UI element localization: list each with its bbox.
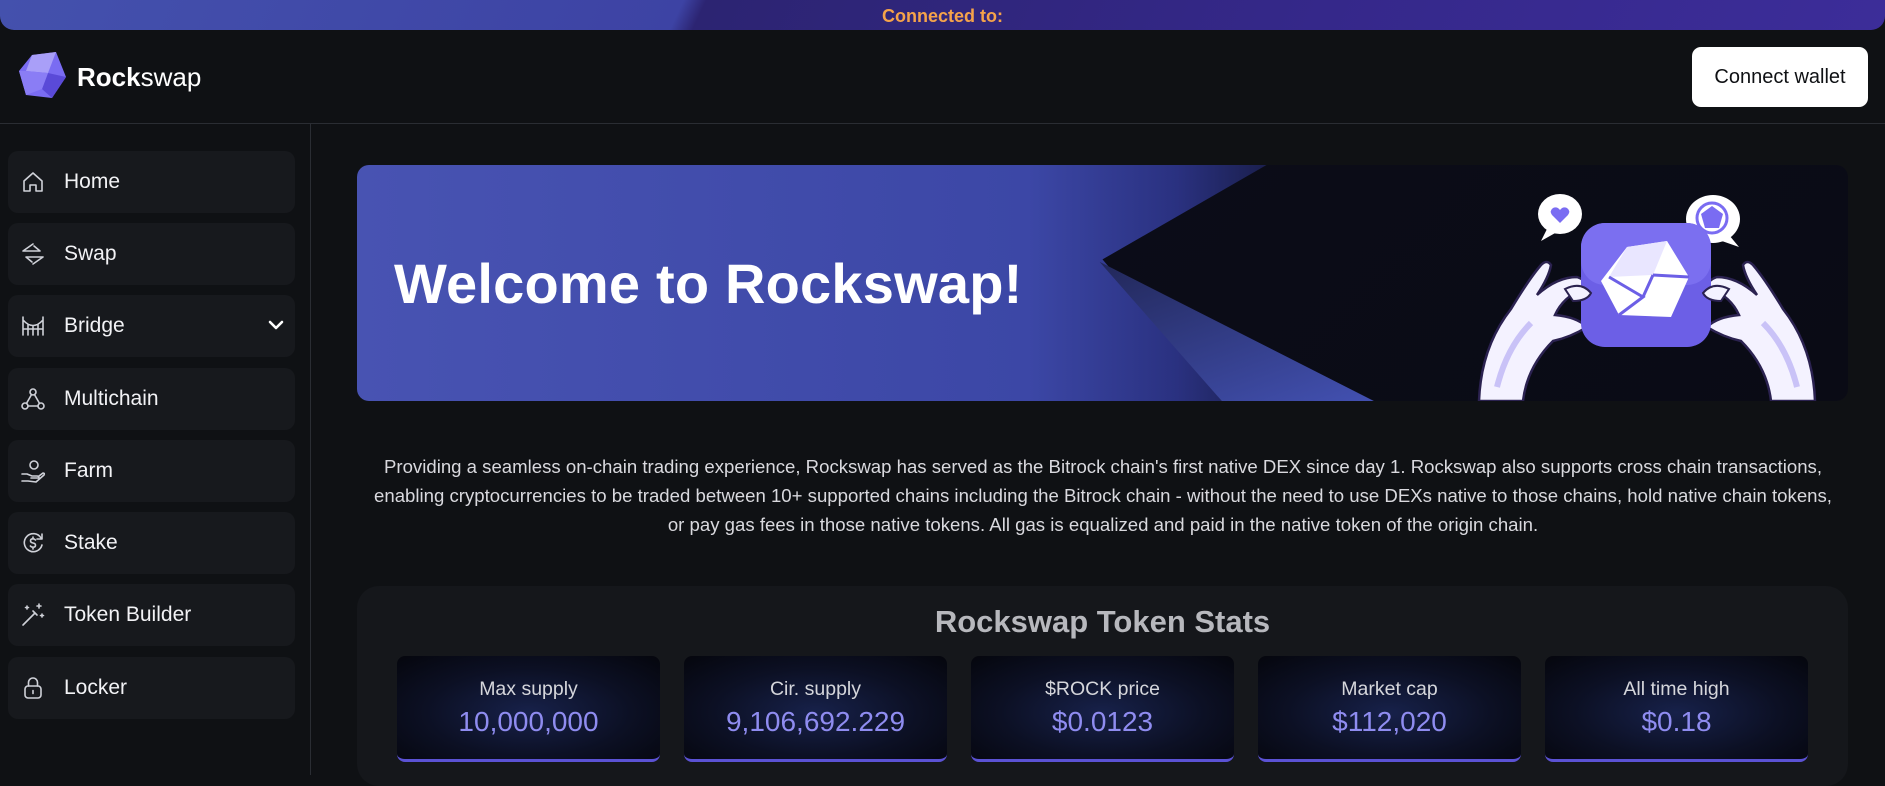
stat-value: $112,020 xyxy=(1332,706,1447,737)
stat-label: Cir. supply xyxy=(769,678,862,700)
stat-value: 10,000,000 xyxy=(458,706,599,737)
dollar-cycle-icon xyxy=(20,530,46,556)
hands-holding-logo-illustration xyxy=(1467,177,1827,401)
app-header: Rockswap Connect wallet xyxy=(0,30,1885,124)
sidebar-item-swap[interactable]: Swap xyxy=(8,223,295,285)
stat-label: Market cap xyxy=(1341,678,1438,700)
welcome-banner: Welcome to Rockswap! xyxy=(357,165,1848,401)
lock-icon xyxy=(20,675,46,701)
chevron-down-icon[interactable] xyxy=(265,314,287,336)
sidebar-item-locker[interactable]: Locker xyxy=(8,657,295,719)
stat-card-all-time-high: All time high $0.18 xyxy=(1545,656,1808,762)
stat-value: $0.0123 xyxy=(1051,706,1154,737)
connected-to-label: Connected to: xyxy=(882,6,1003,26)
sidebar-item-label: Swap xyxy=(64,242,117,265)
stat-value: 9,106,692.229 xyxy=(725,706,906,737)
sidebar-item-label: Stake xyxy=(64,531,118,554)
brand-name-rest: swap xyxy=(140,62,202,92)
swap-arrows-icon xyxy=(20,241,46,267)
sidebar-item-label: Multichain xyxy=(64,387,159,410)
stat-card-circulating-supply: Cir. supply 9,106,692.229 xyxy=(684,656,947,762)
heart-bubble-icon xyxy=(1538,194,1582,241)
sidebar-item-label: Home xyxy=(64,170,121,193)
sidebar-item-stake[interactable]: Stake xyxy=(8,512,295,574)
sidebar-item-home[interactable]: Home xyxy=(8,151,295,213)
sidebar-item-label: Token Builder xyxy=(64,603,192,626)
magic-wand-icon xyxy=(20,602,46,628)
stat-label: Max supply xyxy=(479,678,578,700)
connect-wallet-button[interactable]: Connect wallet xyxy=(1692,47,1868,107)
brand-name-bold: Rock xyxy=(77,62,141,92)
rockswap-tile-icon xyxy=(1581,223,1711,347)
sidebar-nav: Home Swap Bridge Multichain Farm Stake T… xyxy=(0,124,311,775)
stat-card-max-supply: Max supply 10,000,000 xyxy=(397,656,660,762)
stat-value: $0.18 xyxy=(1641,706,1712,737)
sidebar-item-label: Bridge xyxy=(64,314,125,337)
brand-name[interactable]: Rockswap xyxy=(77,62,201,93)
network-status-bar: Connected to: xyxy=(0,0,1885,30)
sidebar-item-token-builder[interactable]: Token Builder xyxy=(8,584,295,646)
sidebar-item-label: Farm xyxy=(64,459,113,482)
network-icon xyxy=(20,386,46,412)
hand-coin-icon xyxy=(20,458,46,484)
bridge-icon xyxy=(20,313,46,339)
sidebar-item-label: Locker xyxy=(64,676,128,699)
home-icon xyxy=(20,169,46,195)
token-stats-panel: Rockswap Token Stats Max supply 10,000,0… xyxy=(357,586,1848,786)
stat-label: All time high xyxy=(1623,678,1730,700)
rockswap-logo-icon[interactable] xyxy=(18,51,68,101)
stat-label: $ROCK price xyxy=(1045,678,1160,700)
stat-card-rock-price: $ROCK price $0.0123 xyxy=(971,656,1234,762)
intro-description: Providing a seamless on-chain trading ex… xyxy=(374,456,1832,535)
sidebar-item-farm[interactable]: Farm xyxy=(8,440,295,502)
sidebar-item-bridge[interactable]: Bridge xyxy=(8,295,295,357)
sidebar-item-multichain[interactable]: Multichain xyxy=(8,368,295,430)
welcome-title: Welcome to Rockswap! xyxy=(394,252,1023,315)
stat-card-market-cap: Market cap $112,020 xyxy=(1258,656,1521,762)
token-stats-title: Rockswap Token Stats xyxy=(934,604,1271,639)
